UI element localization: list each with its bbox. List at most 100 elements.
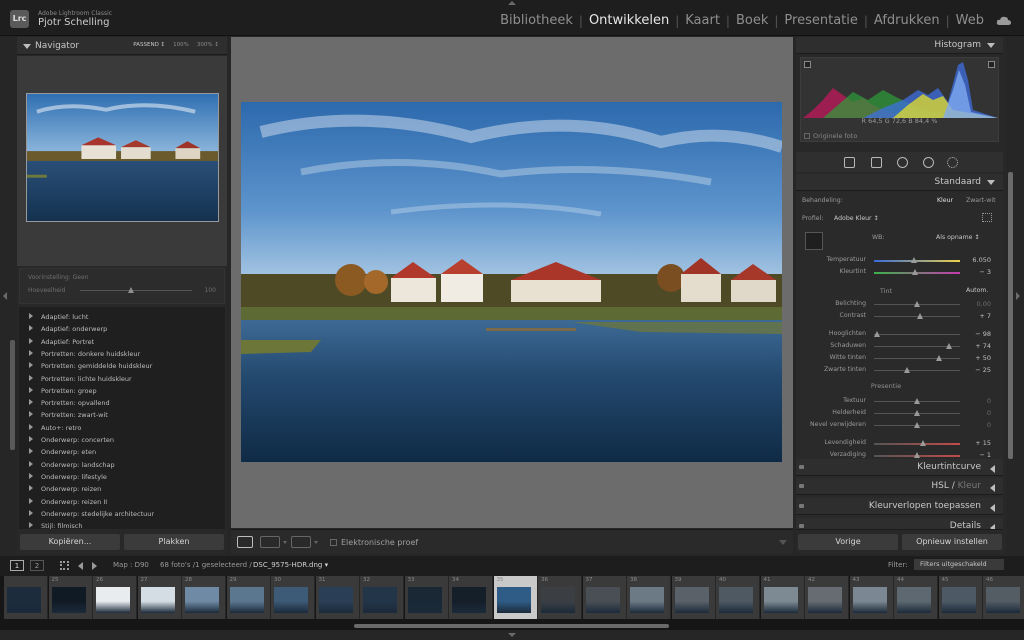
filmstrip-thumbnail[interactable] xyxy=(941,587,976,613)
filmstrip-cell[interactable]: 28 xyxy=(182,576,226,619)
preset-item[interactable]: Portretten: gemiddelde huidskleur xyxy=(29,362,152,370)
zoom-100-option[interactable]: 100% xyxy=(173,42,189,48)
tone-curve-header[interactable]: Kleurtintcurve xyxy=(796,459,1003,476)
panel-toggle-icon[interactable] xyxy=(799,465,804,469)
preset-item[interactable]: Adaptief: lucht xyxy=(29,313,88,321)
yy-dropdown-icon[interactable] xyxy=(314,541,318,544)
filmstrip-cell[interactable] xyxy=(4,576,48,619)
before-after-dropdown-icon[interactable] xyxy=(283,541,287,544)
amount-slider-track[interactable] xyxy=(80,290,192,291)
previous-button[interactable]: Vorige xyxy=(798,534,898,550)
slider-thumb[interactable] xyxy=(914,301,920,307)
before-after-view-icon[interactable] xyxy=(260,536,280,548)
preset-item[interactable]: Onderwerp: eten xyxy=(29,448,96,456)
filmstrip-cell[interactable]: 32 xyxy=(360,576,404,619)
top-panel-toggle-icon[interactable] xyxy=(508,1,516,5)
slider-thumb[interactable] xyxy=(914,422,920,428)
collapse-triangle-icon[interactable] xyxy=(987,180,995,185)
filmstrip-cell[interactable]: 35 xyxy=(493,576,538,619)
preset-item[interactable]: Portretten: lichte huidskleur xyxy=(29,374,132,383)
slider-thumb[interactable] xyxy=(916,313,923,319)
filmstrip-thumbnail[interactable] xyxy=(986,587,1020,613)
preset-item[interactable]: Onderwerp: concerten xyxy=(29,436,114,444)
loupe-view-icon[interactable] xyxy=(237,536,253,548)
hsl-tab[interactable]: HSL xyxy=(931,481,949,491)
filmstrip-cell[interactable]: 37 xyxy=(582,576,627,619)
slider-value[interactable]: + 50 xyxy=(975,354,991,362)
filmstrip-thumbnail[interactable] xyxy=(229,587,264,613)
amount-slider-thumb[interactable] xyxy=(128,287,134,293)
histogram-header[interactable]: Histogram xyxy=(796,37,1003,54)
preset-item[interactable]: Portretten: groep xyxy=(29,386,97,395)
filter-dropdown[interactable]: Filters uitgeschakeld xyxy=(914,559,1004,570)
yy-view-icon[interactable] xyxy=(291,536,311,548)
filmstrip-cell[interactable]: 26 xyxy=(93,576,137,619)
slider-track[interactable] xyxy=(874,334,960,335)
filmstrip-thumbnail[interactable] xyxy=(318,587,353,613)
filmstrip-cell[interactable]: 46 xyxy=(983,576,1024,619)
expand-triangle-icon[interactable] xyxy=(29,497,33,504)
bottom-panel-toggle-icon[interactable] xyxy=(508,633,516,637)
slider-value[interactable]: 0 xyxy=(987,409,991,417)
module-afdrukken[interactable]: Afdrukken xyxy=(868,13,946,28)
expand-triangle-icon[interactable] xyxy=(29,374,33,381)
filmstrip-cell[interactable]: 44 xyxy=(894,576,938,619)
slider-track[interactable] xyxy=(874,370,960,371)
panel-toggle-icon[interactable] xyxy=(799,524,804,528)
filmstrip-thumbnail[interactable] xyxy=(674,587,709,613)
auto-tone-button[interactable]: Autom. xyxy=(966,287,988,294)
slider-value[interactable]: + 7 xyxy=(979,312,991,320)
preset-item[interactable]: Auto+: retro xyxy=(29,423,81,432)
filmstrip-cell[interactable]: 40 xyxy=(716,576,760,619)
slider-value[interactable]: − 1 xyxy=(979,451,991,459)
filmstrip-thumbnail[interactable] xyxy=(363,587,397,613)
treatment-color-option[interactable]: Kleur xyxy=(937,197,953,204)
expand-triangle-icon[interactable] xyxy=(990,524,995,529)
preset-item[interactable]: Adaptief: onderwerp xyxy=(29,325,107,333)
slider-thumb[interactable] xyxy=(912,269,919,275)
slider-value[interactable]: − 3 xyxy=(979,268,991,276)
left-panel-toggle-icon[interactable] xyxy=(3,292,7,300)
slider-thumb[interactable] xyxy=(920,440,927,446)
filmstrip-thumbnail[interactable] xyxy=(585,587,620,613)
back-arrow-icon[interactable] xyxy=(78,562,83,570)
module-web[interactable]: Web xyxy=(950,13,990,28)
filmstrip-cell[interactable]: 38 xyxy=(627,576,671,619)
soft-proof-checkbox[interactable] xyxy=(330,539,337,546)
panel-toggle-icon[interactable] xyxy=(799,484,804,488)
preset-item[interactable]: Adaptief: Portret xyxy=(29,337,94,346)
slider-thumb[interactable] xyxy=(914,398,920,404)
basic-header[interactable]: Standaard xyxy=(796,174,1003,191)
slider-thumb[interactable] xyxy=(911,257,918,263)
right-scrollbar[interactable] xyxy=(1008,172,1013,459)
amount-value[interactable]: 100 xyxy=(205,287,216,294)
hsl-header[interactable]: HSL / Kleur xyxy=(796,478,1003,495)
filmstrip-thumbnail[interactable] xyxy=(719,587,753,613)
filmstrip-thumbnail[interactable] xyxy=(51,587,86,613)
preset-item[interactable]: Onderwerp: stedelijke architectuur xyxy=(29,509,154,518)
treatment-bw-option[interactable]: Zwart-wit xyxy=(966,197,996,204)
toolbar-menu-icon[interactable] xyxy=(779,540,787,545)
filmstrip-cell[interactable]: 36 xyxy=(538,576,582,619)
filmstrip-cell[interactable]: 29 xyxy=(226,576,271,619)
expand-triangle-icon[interactable] xyxy=(29,349,33,356)
expand-triangle-icon[interactable] xyxy=(29,460,33,467)
hsl-color-tab[interactable]: Kleur xyxy=(958,481,981,491)
filmstrip-thumbnail[interactable] xyxy=(630,587,664,613)
expand-triangle-icon[interactable] xyxy=(29,509,33,516)
module-kaart[interactable]: Kaart xyxy=(679,13,726,28)
filmstrip-cell[interactable]: 30 xyxy=(271,576,315,619)
profile-dropdown[interactable]: Adobe Kleur ↕ xyxy=(834,215,879,222)
slider-thumb[interactable] xyxy=(914,452,920,458)
slider-value[interactable]: − 25 xyxy=(975,366,991,374)
slider-thumb[interactable] xyxy=(903,367,910,373)
expand-triangle-icon[interactable] xyxy=(990,465,995,473)
navigator-header[interactable]: Navigator PASSEND ↕ 100% 300% ↕ xyxy=(17,37,227,55)
filmstrip-cell[interactable]: 33 xyxy=(404,576,449,619)
image-canvas[interactable] xyxy=(231,37,793,528)
slider-value[interactable]: 6.050 xyxy=(972,256,991,264)
filmstrip-thumbnail[interactable] xyxy=(897,587,931,613)
slider-thumb[interactable] xyxy=(945,343,952,349)
filmstrip-thumbnail[interactable] xyxy=(185,587,219,613)
reset-button[interactable]: Opnieuw instellen xyxy=(902,534,1002,550)
